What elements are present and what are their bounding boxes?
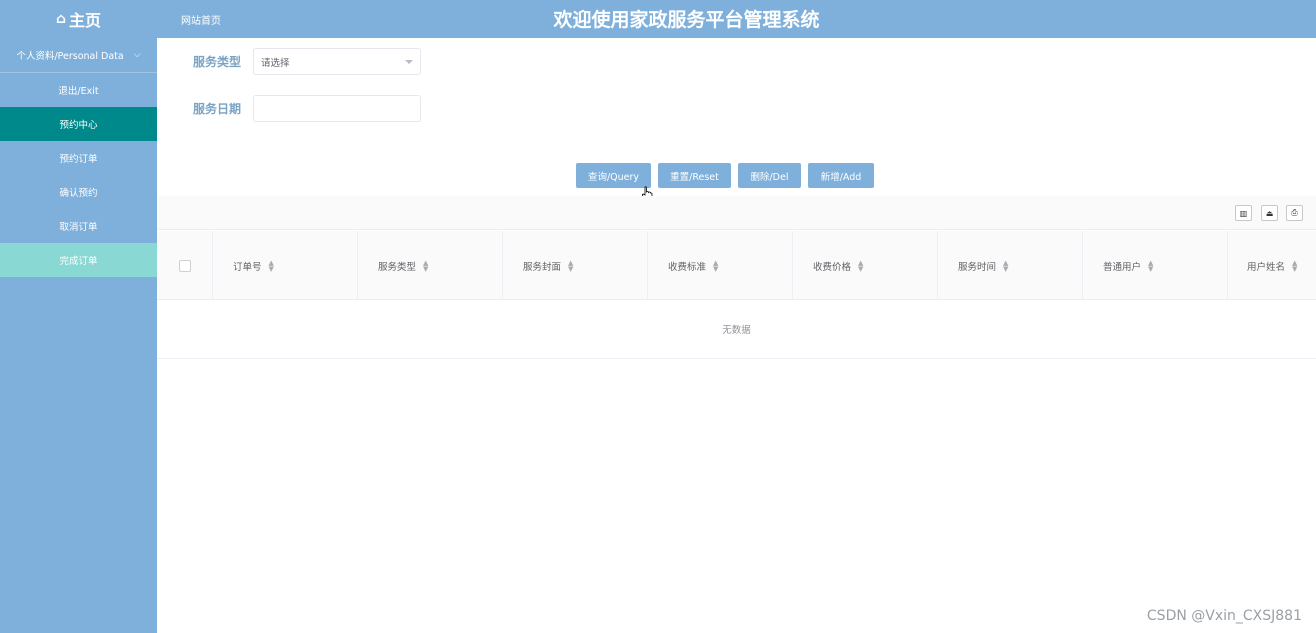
column-label: 收费标准: [668, 261, 707, 273]
service-date-input[interactable]: [253, 95, 421, 122]
sort-icon[interactable]: ▲ ▼: [423, 259, 428, 272]
reset-button[interactable]: 重置/Reset: [658, 163, 731, 188]
column-label: 服务封面: [523, 261, 562, 273]
select-all-checkbox[interactable]: [178, 259, 191, 272]
empty-table-message: 无数据: [157, 300, 1316, 359]
sidebar-group-personal-data[interactable]: 个人资料/Personal Data ⌵: [0, 38, 157, 73]
sidebar-item-booking-orders[interactable]: 预约订单: [0, 141, 157, 175]
table-header: 订单号 ▲ ▼ 服务类型 ▲ ▼ 服务封面 ▲ ▼ 收费标准 ▲ ▼ 收费价格 ▲ ▼ 服…: [157, 231, 1316, 300]
print-icon[interactable]: ⎙: [1286, 205, 1303, 221]
column-header[interactable]: 普通用户 ▲ ▼: [1083, 231, 1228, 300]
column-label: 服务时间: [958, 261, 997, 273]
export-icon[interactable]: ⏏: [1261, 205, 1278, 221]
service-type-label: 服务类型: [193, 55, 242, 69]
column-label: 订单号: [233, 261, 262, 273]
sort-icon[interactable]: ▲ ▼: [1003, 259, 1008, 272]
sort-icon[interactable]: ▲ ▼: [1148, 259, 1153, 272]
sort-icon[interactable]: ▲ ▼: [269, 259, 274, 272]
sidebar-item-cancel-order[interactable]: 取消订单: [0, 209, 157, 243]
page-title: 欢迎使用家政服务平台管理系统: [553, 9, 820, 31]
service-type-select[interactable]: 请选择: [253, 48, 421, 75]
top-header: ⌂ 主页 网站首页 欢迎使用家政服务平台管理系统: [0, 0, 1316, 38]
sidebar-item-completed-orders[interactable]: 完成订单: [0, 243, 157, 277]
table-toolbar: ▥ ⏏ ⎙: [157, 196, 1316, 230]
service-date-row: 服务日期: [193, 95, 421, 122]
column-header[interactable]: 服务时间 ▲ ▼: [938, 231, 1083, 300]
service-date-label: 服务日期: [193, 102, 242, 116]
action-buttons: 查询/Query 重置/Reset 删除/Del 新增/Add: [576, 163, 874, 188]
sidebar-item-confirm-booking[interactable]: 确认预约: [0, 175, 157, 209]
column-header[interactable]: 用户姓名 ▲ ▼: [1228, 231, 1316, 300]
add-button[interactable]: 新增/Add: [808, 163, 874, 188]
column-header[interactable]: 服务类型 ▲ ▼: [358, 231, 503, 300]
home-label: 主页: [69, 11, 102, 30]
sort-icon[interactable]: ▲ ▼: [858, 259, 863, 272]
caret-down-icon: [405, 60, 413, 64]
service-type-placeholder: 请选择: [261, 57, 290, 69]
select-all-cell: [157, 231, 213, 300]
sort-icon[interactable]: ▲ ▼: [568, 259, 573, 272]
sidebar-group-label: 个人资料/Personal Data: [16, 51, 124, 62]
sort-icon[interactable]: ▲ ▼: [713, 259, 718, 272]
column-header[interactable]: 收费价格 ▲ ▼: [793, 231, 938, 300]
main-content: 服务类型 请选择 服务日期 查询/Query 重置/Reset 删除/Del 新…: [157, 38, 1316, 633]
query-button[interactable]: 查询/Query: [576, 163, 651, 188]
watermark: CSDN @Vxin_CXSJ881: [1146, 608, 1302, 624]
home-link[interactable]: ⌂ 主页: [0, 0, 157, 38]
delete-button[interactable]: 删除/Del: [738, 163, 801, 188]
column-label: 用户姓名: [1247, 261, 1286, 273]
service-type-row: 服务类型 请选择: [193, 48, 421, 75]
sidebar-item-booking-center[interactable]: 预约中心: [0, 107, 157, 141]
column-label: 服务类型: [378, 261, 417, 273]
sidebar-item-exit[interactable]: 退出/Exit: [0, 73, 157, 107]
home-icon: ⌂: [55, 11, 66, 27]
column-header[interactable]: 订单号 ▲ ▼: [213, 231, 358, 300]
column-label: 收费价格: [813, 261, 852, 273]
sort-icon[interactable]: ▲ ▼: [1292, 259, 1297, 272]
column-header[interactable]: 收费标准 ▲ ▼: [648, 231, 793, 300]
columns-icon[interactable]: ▥: [1235, 205, 1252, 221]
chevron-down-icon: ⌵: [133, 50, 141, 60]
column-label: 普通用户: [1103, 261, 1142, 273]
sidebar: 个人资料/Personal Data ⌵ 退出/Exit 预约中心 预约订单 确…: [0, 38, 157, 633]
column-header[interactable]: 服务封面 ▲ ▼: [503, 231, 648, 300]
